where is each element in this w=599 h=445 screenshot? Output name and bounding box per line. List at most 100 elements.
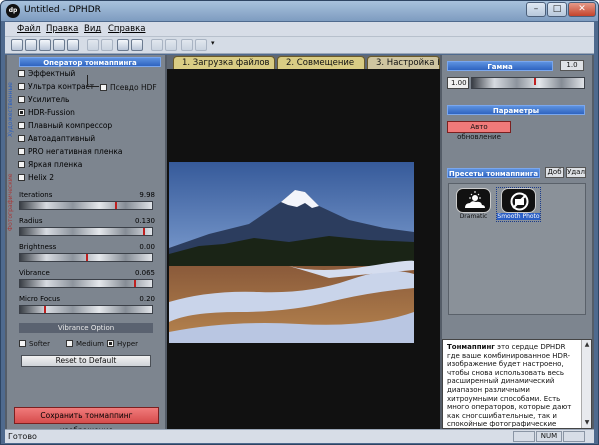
title-bar[interactable]: dp Untitled - DPHDR – □ ✕: [1, 1, 598, 21]
slider-knob[interactable]: [533, 78, 536, 85]
paste-icon[interactable]: [101, 39, 113, 51]
panel-title: Оператор тонмаппинга: [19, 57, 161, 67]
open-icon[interactable]: [25, 39, 37, 51]
operator-option[interactable]: Эффектный: [18, 69, 75, 79]
scroll-down-icon[interactable]: ▼: [583, 419, 591, 427]
copy-icon[interactable]: [87, 39, 99, 51]
delete-preset-button[interactable]: Удал: [566, 167, 586, 178]
radio-icon[interactable]: [18, 83, 25, 90]
sun-cloud-icon: [456, 188, 491, 213]
preset-label: Dramatic: [459, 213, 488, 220]
parameters-header: Параметры: [447, 105, 585, 115]
option-label: Medium: [76, 340, 104, 348]
no-camera-icon: [501, 188, 536, 213]
option-softer[interactable]: Softer: [19, 340, 50, 348]
help-scrollbar[interactable]: ▲ ▼: [581, 340, 591, 428]
tab-hdr-settings[interactable]: 3. Настройка HDR: [367, 56, 440, 69]
operator-option[interactable]: Helix 2: [18, 173, 54, 183]
fit-icon[interactable]: [195, 39, 207, 51]
radio-icon[interactable]: [18, 109, 25, 116]
operator-label: Плавный компрессор: [28, 121, 113, 130]
option-hyper[interactable]: Hyper: [107, 340, 138, 348]
zoom-out-icon[interactable]: [165, 39, 177, 51]
operator-option[interactable]: Плавный компрессор: [18, 121, 112, 131]
save-as-icon[interactable]: [53, 39, 65, 51]
slider-knob[interactable]: [142, 228, 145, 235]
auto-update-button[interactable]: Авто обновление: [447, 121, 511, 141]
option-label: Hyper: [117, 340, 139, 348]
radio-icon[interactable]: [18, 148, 25, 155]
status-cell: [563, 431, 585, 442]
operator-option[interactable]: HDR-Fussion: [18, 108, 75, 118]
pseudo-hdr-option[interactable]: Псевдо HDF: [100, 83, 157, 92]
slider-knob[interactable]: [43, 306, 46, 313]
menu-view[interactable]: Вид: [84, 24, 101, 34]
slider-track[interactable]: [19, 253, 153, 262]
dropdown-icon[interactable]: ▾: [211, 39, 217, 51]
app-logo-icon: dp: [6, 4, 20, 18]
radio-icon[interactable]: [18, 122, 25, 129]
option-medium[interactable]: Medium: [66, 340, 104, 348]
tab-artistic[interactable]: Художественные: [7, 67, 17, 153]
slider-track[interactable]: [19, 305, 153, 314]
tab-alignment[interactable]: 2. Совмещение: [277, 56, 365, 69]
operator-option[interactable]: PRO негативная пленка: [18, 147, 122, 157]
new-icon[interactable]: [11, 39, 23, 51]
grid-icon[interactable]: [181, 39, 193, 51]
reset-button[interactable]: Reset to Default: [21, 355, 151, 367]
tab-photographic[interactable]: Фотографические: [7, 157, 17, 247]
gamma-reset-button[interactable]: 1.0: [560, 60, 584, 71]
preset-smooth-photo[interactable]: Smooth Photo: [496, 187, 541, 222]
operator-label: PRO негативная пленка: [28, 147, 123, 156]
status-cell: [513, 431, 535, 442]
operator-option[interactable]: Яркая пленка: [18, 160, 82, 170]
checkbox[interactable]: [19, 340, 26, 347]
radio-icon[interactable]: [18, 135, 25, 142]
slider-track[interactable]: [19, 279, 153, 288]
radio-icon[interactable]: [18, 174, 25, 181]
preview-image: [169, 162, 414, 343]
radio-icon[interactable]: [18, 96, 25, 103]
minimize-button[interactable]: –: [526, 2, 546, 17]
option-label: Softer: [29, 340, 50, 348]
operator-option[interactable]: Ультра контраст: [18, 82, 94, 92]
menu-help[interactable]: Справка: [108, 24, 145, 34]
maximize-button[interactable]: □: [547, 2, 567, 17]
slider-label: Micro Focus: [19, 295, 61, 303]
checkbox[interactable]: [66, 340, 73, 347]
zoom-in-icon[interactable]: [151, 39, 163, 51]
slider-track[interactable]: [19, 227, 153, 236]
slider-knob[interactable]: [133, 280, 136, 287]
gamma-value-field[interactable]: 1.00: [447, 77, 469, 89]
undo-icon[interactable]: [117, 39, 129, 51]
menu-edit[interactable]: Правка: [46, 24, 78, 34]
checkbox[interactable]: [107, 340, 114, 347]
image-viewer[interactable]: [167, 69, 440, 429]
close-button[interactable]: ✕: [568, 2, 596, 17]
preset-dramatic[interactable]: Dramatic: [452, 188, 495, 221]
operator-option[interactable]: Автоадаптивный: [18, 134, 95, 144]
radio-icon[interactable]: [18, 161, 25, 168]
slider-label: Brightness: [19, 243, 57, 251]
connector-line: [87, 75, 99, 87]
toolbar: ▾: [5, 37, 594, 54]
export-icon[interactable]: [67, 39, 79, 51]
operator-option[interactable]: Усилитель: [18, 95, 69, 105]
tab-load-files[interactable]: 1. Загрузка файлов: [173, 56, 275, 69]
presets-header: Пресеты тонмаппинга: [447, 168, 540, 178]
slider-label: Vibrance: [19, 269, 50, 277]
gamma-slider[interactable]: [471, 77, 585, 89]
save-icon[interactable]: [39, 39, 51, 51]
slider-knob[interactable]: [115, 202, 118, 209]
scroll-up-icon[interactable]: ▲: [583, 341, 591, 349]
radio-icon[interactable]: [18, 70, 25, 77]
redo-icon[interactable]: [131, 39, 143, 51]
help-keyword: Тонмаппинг: [447, 343, 495, 351]
settings-panel: Гамма 1.0 1.00 Параметры Авто обновление…: [442, 55, 592, 429]
add-preset-button[interactable]: Доб: [545, 167, 564, 178]
save-tonemapped-button[interactable]: Сохранить тонмаппинг изображение: [14, 407, 159, 435]
slider-track[interactable]: [19, 201, 153, 210]
slider-knob[interactable]: [86, 254, 88, 261]
menu-file[interactable]: Файл: [17, 24, 40, 34]
checkbox[interactable]: [100, 84, 107, 91]
